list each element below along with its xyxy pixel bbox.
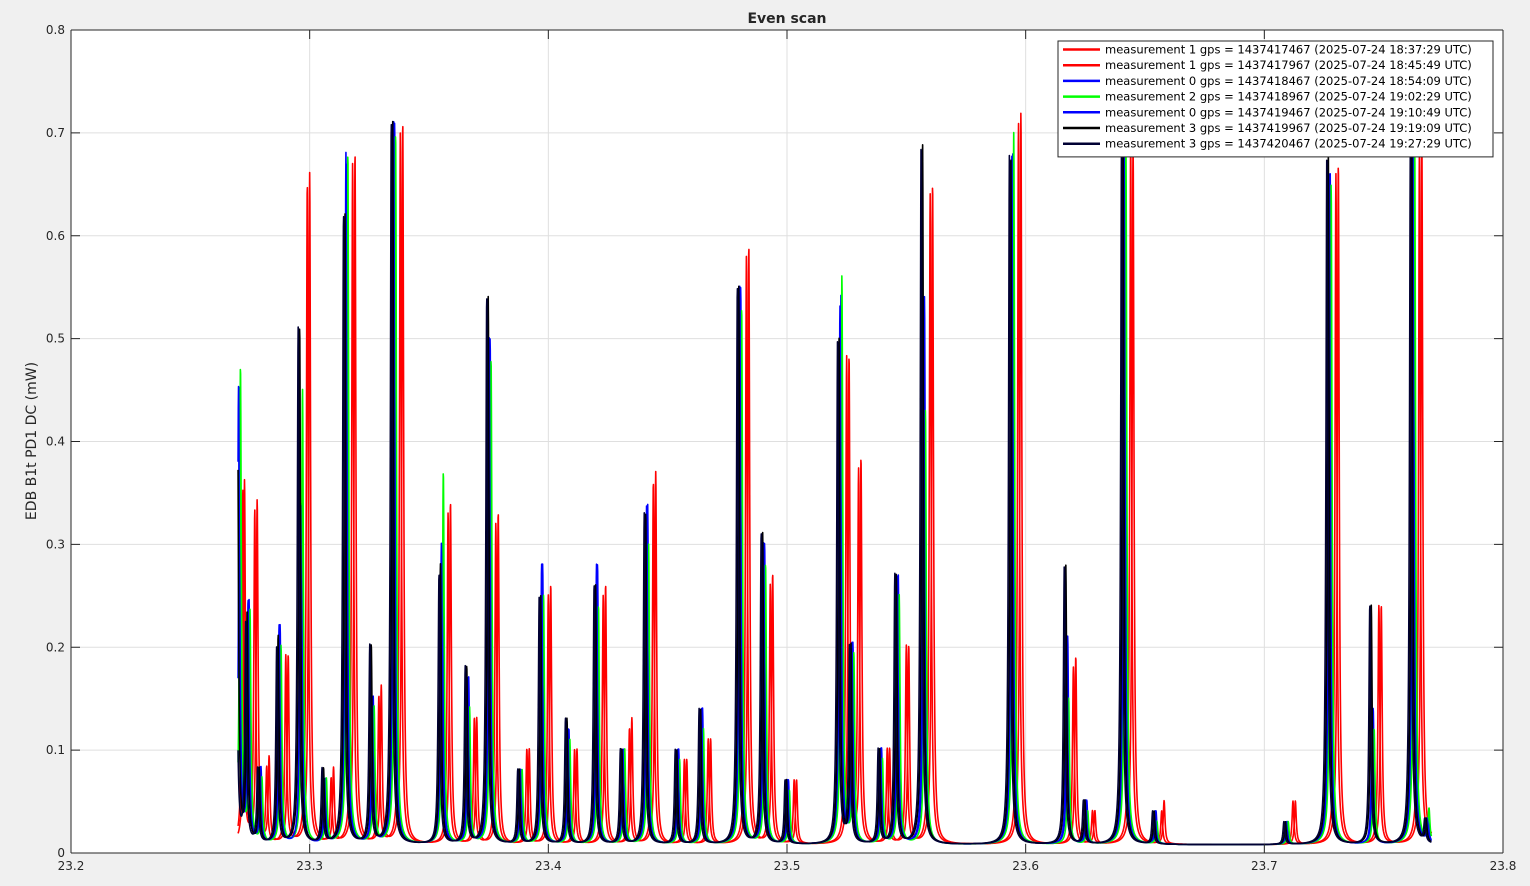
- legend-entry: measurement 1 gps = 1437417467 (2025-07-…: [1105, 43, 1472, 57]
- x-tick-label: 23.7: [1251, 859, 1278, 873]
- legend-entry: measurement 3 gps = 1437420467 (2025-07-…: [1105, 137, 1472, 151]
- legend-entry: measurement 1 gps = 1437417967 (2025-07-…: [1105, 58, 1472, 72]
- y-tick-label: 0: [57, 846, 65, 860]
- y-tick-label: 0.1: [46, 743, 65, 757]
- x-tick-label: 23.8: [1490, 859, 1517, 873]
- x-tick-label: 23.2: [58, 859, 85, 873]
- y-tick-label: 0.6: [46, 229, 65, 243]
- y-tick-label: 0.8: [46, 23, 65, 37]
- legend-entry: measurement 2 gps = 1437418967 (2025-07-…: [1105, 90, 1472, 104]
- y-axis-label: EDB B1t PD1 DC (mW): [24, 362, 40, 520]
- legend-entry: measurement 0 gps = 1437419467 (2025-07-…: [1105, 105, 1472, 119]
- chart-title: Even scan: [747, 11, 826, 27]
- legend-entry: measurement 3 gps = 1437419967 (2025-07-…: [1105, 121, 1472, 135]
- y-tick-label: 0.7: [46, 126, 65, 140]
- legend-entry: measurement 0 gps = 1437418467 (2025-07-…: [1105, 74, 1472, 88]
- line-chart: EDB B1t PD1 DC (mW) 23.2 23.3 23.4 23.5 23.6…: [24, 11, 1517, 873]
- y-tick-label: 0.2: [46, 640, 65, 654]
- x-tick-label: 23.5: [774, 859, 801, 873]
- x-tick-label: 23.4: [535, 859, 562, 873]
- x-tick-label: 23.6: [1012, 859, 1039, 873]
- legend: measurement 1 gps = 1437417467 (2025-07-…: [1057, 40, 1494, 158]
- x-tick-label: 23.3: [296, 859, 323, 873]
- y-tick-label: 0.5: [46, 332, 65, 346]
- chart-figure: EDB B1t PD1 DC (mW) 23.2 23.3 23.4 23.5 23.6…: [0, 0, 1530, 882]
- y-tick-label: 0.3: [46, 537, 65, 551]
- y-tick-label: 0.4: [46, 435, 65, 449]
